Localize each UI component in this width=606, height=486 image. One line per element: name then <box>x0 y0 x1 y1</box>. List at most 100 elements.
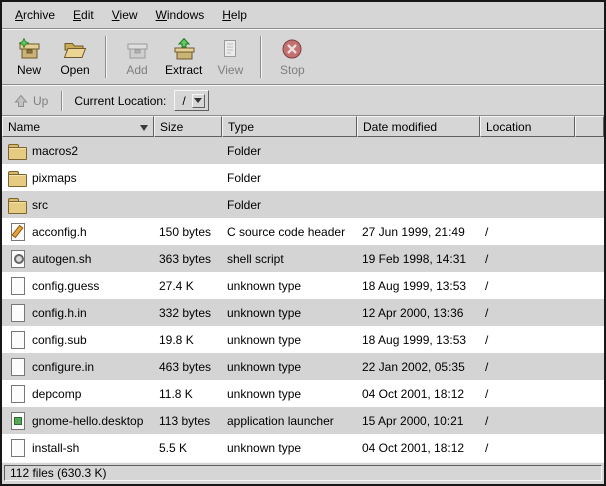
file-name-cell: acconfig.h <box>2 218 154 245</box>
toolbar-button-label: Extract <box>165 64 202 76</box>
table-row[interactable]: config.sub19.8 Kunknown type18 Aug 1999,… <box>2 326 604 353</box>
mnemonic: W <box>156 8 167 22</box>
location-bar: Up Current Location: / <box>2 86 604 115</box>
toolbar-new-button[interactable]: New <box>6 33 52 81</box>
file-date-cell: 04 Oct 2001, 18:12 <box>357 380 480 407</box>
table-row[interactable]: depcomp11.8 Kunknown type04 Oct 2001, 18… <box>2 380 604 407</box>
mnemonic: V <box>112 8 120 22</box>
column-header-size[interactable]: Size <box>154 116 222 137</box>
file-name: configure.in <box>32 360 94 374</box>
mnemonic: A <box>15 8 23 22</box>
file-table: Name Size Type Date modified Location macros… <box>2 115 604 462</box>
view-file-icon <box>217 38 243 62</box>
file-size-cell: 150 bytes <box>154 218 222 245</box>
file-name: config.h.in <box>32 306 87 320</box>
file-name: pixmaps <box>32 171 77 185</box>
table-row[interactable]: srcFolder <box>2 191 604 218</box>
location-combo[interactable]: / <box>174 90 208 111</box>
table-row[interactable]: autogen.sh363 bytesshell script19 Feb 19… <box>2 245 604 272</box>
file-type-cell: C source code header <box>222 218 357 245</box>
menu-edit[interactable]: Edit <box>64 3 103 27</box>
file-date-cell: 12 Apr 2000, 13:36 <box>357 299 480 326</box>
file-location-cell: / <box>480 272 575 299</box>
add-to-archive-icon <box>124 38 150 62</box>
status-text: 112 files (630.3 K) <box>4 465 602 481</box>
table-row[interactable]: acconfig.h150 bytesC source code header2… <box>2 218 604 245</box>
file-location-cell: / <box>480 299 575 326</box>
column-header-type[interactable]: Type <box>222 116 357 137</box>
toolbar-button-label: Open <box>60 64 89 76</box>
chevron-down-icon[interactable] <box>192 94 205 108</box>
menu-archive[interactable]: Archive <box>6 3 64 27</box>
toolbar-stop-button[interactable]: Stop <box>269 33 315 81</box>
file-name: config.guess <box>32 279 99 293</box>
document-icon <box>7 303 27 322</box>
source-file-icon <box>7 222 27 241</box>
file-size-cell: 5.5 K <box>154 434 222 461</box>
file-date-cell: 22 Jan 2002, 05:35 <box>357 353 480 380</box>
up-button[interactable]: Up <box>8 86 54 116</box>
file-location-cell: / <box>480 218 575 245</box>
column-header-location[interactable]: Location <box>480 116 575 137</box>
column-header-date-modified[interactable]: Date modified <box>357 116 480 137</box>
folder-icon <box>7 195 27 214</box>
location-combo-value: / <box>178 94 191 108</box>
file-date-cell <box>357 164 480 191</box>
file-name-cell: src <box>2 191 154 218</box>
file-size-cell <box>154 137 222 164</box>
mnemonic: E <box>73 8 81 22</box>
extract-icon <box>171 38 197 62</box>
column-header-name[interactable]: Name <box>2 116 154 137</box>
separator <box>61 91 63 111</box>
document-icon <box>7 438 27 457</box>
file-location-cell: / <box>480 407 575 434</box>
column-header-label: Location <box>486 120 531 134</box>
toolbar: New Open Add Extract View Stop <box>2 30 604 84</box>
file-name: src <box>32 198 48 212</box>
table-row[interactable]: configure.in 463 bytesunknown type22 Jan … <box>2 353 604 380</box>
toolbar-extract-button[interactable]: Extract <box>160 33 207 81</box>
table-row[interactable]: macros2Folder <box>2 137 604 164</box>
up-arrow-icon <box>14 89 28 113</box>
toolbar-button-label: New <box>17 64 41 76</box>
toolbar-view-button[interactable]: View <box>207 33 253 81</box>
file-size-cell: 463 bytes <box>154 353 222 380</box>
file-type-cell: unknown type <box>222 434 357 461</box>
table-row[interactable]: gnome-hello.desktop113 bytesapplication … <box>2 407 604 434</box>
up-button-label: Up <box>33 94 48 108</box>
column-header-label: Date modified <box>363 120 437 134</box>
menu-windows[interactable]: Windows <box>147 3 214 27</box>
folder-icon <box>7 168 27 187</box>
file-name: autogen.sh <box>32 252 91 266</box>
file-location-cell <box>480 137 575 164</box>
toolbar-open-button[interactable]: Open <box>52 33 98 81</box>
file-name-cell: gnome-hello.desktop <box>2 407 154 434</box>
document-icon <box>7 276 27 295</box>
file-date-cell: 18 Aug 1999, 13:53 <box>357 272 480 299</box>
table-row[interactable]: install-sh5.5 Kunknown type04 Oct 2001, … <box>2 434 604 461</box>
stop-icon <box>279 38 305 62</box>
menu-view[interactable]: View <box>103 3 147 27</box>
archive-manager-window: ArchiveEditViewWindowsHelp NewOpenAddExt… <box>0 0 606 486</box>
file-name: acconfig.h <box>32 225 87 239</box>
file-size-cell: 113 bytes <box>154 407 222 434</box>
table-row[interactable]: config.guess 27.4 Kunknown type18 Aug 199… <box>2 272 604 299</box>
file-name-cell: depcomp <box>2 380 154 407</box>
table-row[interactable]: config.h.in332 bytesunknown type12 Apr 2… <box>2 299 604 326</box>
menu-help[interactable]: Help <box>213 3 256 27</box>
file-type-cell: unknown type <box>222 272 357 299</box>
file-location-cell: / <box>480 353 575 380</box>
column-header-label: Name <box>8 120 40 134</box>
sort-arrow-icon[interactable] <box>140 125 148 131</box>
file-name-cell: install-sh <box>2 434 154 461</box>
file-type-cell: unknown type <box>222 353 357 380</box>
table-header: Name Size Type Date modified Location <box>2 116 604 137</box>
file-size-cell: 27.4 K <box>154 272 222 299</box>
column-header-label: Type <box>228 120 254 134</box>
file-location-cell: / <box>480 434 575 461</box>
table-row[interactable]: pixmapsFolder <box>2 164 604 191</box>
file-date-cell: 18 Aug 1999, 13:53 <box>357 326 480 353</box>
document-icon <box>7 330 27 349</box>
toolbar-add-button[interactable]: Add <box>114 33 160 81</box>
column-header-filler <box>575 116 604 137</box>
